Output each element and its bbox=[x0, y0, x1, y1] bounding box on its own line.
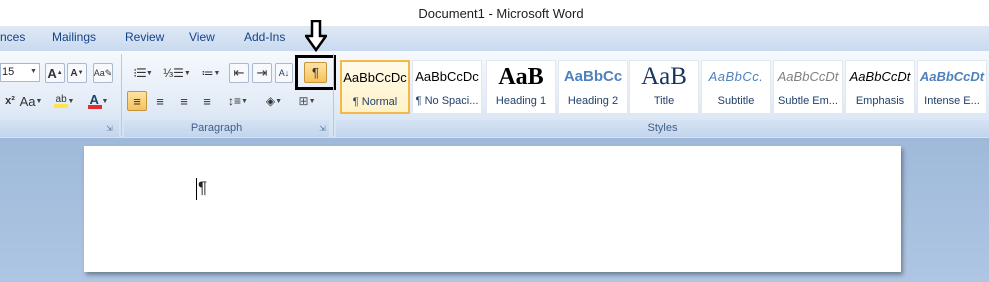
style-sample: AaBbCcDc bbox=[415, 69, 479, 84]
justify-icon: ≡ bbox=[203, 93, 211, 109]
pilcrow-icon: ¶ bbox=[312, 65, 319, 80]
style-name: Heading 2 bbox=[567, 95, 619, 107]
decrease-indent-icon: ⇤ bbox=[233, 65, 245, 80]
bulleted-list-icon: ⁝☰ bbox=[133, 66, 147, 80]
paragraph-mark: ¶ bbox=[198, 178, 208, 197]
style-name: ¶ Normal bbox=[352, 96, 398, 108]
align-right-button[interactable]: ≡ bbox=[174, 91, 194, 111]
style-sample: AaBbCcDt bbox=[919, 69, 985, 84]
multilevel-list-button[interactable]: ≔ ▼ bbox=[195, 63, 227, 83]
tab-view[interactable]: View bbox=[189, 30, 215, 44]
style-sample: AaBbCcDt bbox=[777, 69, 839, 84]
style-emphasis[interactable]: AaBbCcDt Emphasis bbox=[845, 60, 915, 114]
font-color-button[interactable]: A ▼ bbox=[83, 91, 113, 111]
increase-indent-icon: ⇥ bbox=[256, 65, 268, 80]
shading-button[interactable]: ◈ ▼ bbox=[259, 91, 289, 111]
paint-bucket-icon: ◈ bbox=[265, 94, 276, 108]
style-name: Heading 1 bbox=[495, 95, 547, 107]
tab-add-ins[interactable]: Add-Ins bbox=[244, 30, 285, 44]
align-right-icon: ≡ bbox=[180, 93, 188, 109]
font-dialog-launcher-icon[interactable]: ⇲ bbox=[106, 124, 113, 133]
clear-formatting-icon: Aa✎ bbox=[93, 67, 113, 78]
font-size-combo[interactable]: 15 ▼ bbox=[0, 63, 40, 82]
decrease-indent-button[interactable]: ⇤ bbox=[229, 63, 249, 83]
style-sample: AaBbCc. bbox=[708, 69, 764, 84]
paragraph-dialog-launcher-icon[interactable]: ⇲ bbox=[319, 124, 326, 133]
sort-button[interactable]: A↓ bbox=[275, 63, 293, 83]
superscript-icon: x² bbox=[5, 95, 15, 107]
line-spacing-icon: ↕≡ bbox=[228, 94, 242, 108]
change-case-icon: Aa bbox=[19, 93, 36, 109]
style-normal[interactable]: AaBbCcDc ¶ Normal bbox=[340, 60, 410, 114]
style-sample: AaBbCc bbox=[563, 68, 623, 85]
justify-button[interactable]: ≡ bbox=[197, 91, 217, 111]
group-separator bbox=[121, 54, 122, 136]
style-sample: AaB bbox=[498, 64, 544, 89]
style-subtle-emphasis[interactable]: AaBbCcDt Subtle Em... bbox=[773, 60, 843, 114]
increase-indent-button[interactable]: ⇥ bbox=[252, 63, 272, 83]
clear-formatting-button[interactable]: Aa✎ bbox=[93, 63, 113, 83]
style-name: Title bbox=[653, 95, 675, 107]
style-name: Intense E... bbox=[924, 95, 980, 107]
tab-mailings[interactable]: Mailings bbox=[52, 30, 96, 44]
show-hide-formatting-button[interactable]: ¶ bbox=[304, 62, 327, 83]
highlight-button[interactable]: ab ▼ bbox=[49, 91, 79, 111]
tab-review[interactable]: Review bbox=[125, 30, 164, 44]
font-color-icon: A bbox=[87, 92, 102, 109]
style-title[interactable]: AaB Title bbox=[629, 60, 699, 114]
style-heading-1[interactable]: AaB Heading 1 bbox=[486, 60, 556, 114]
style-sample: AaBbCcDc bbox=[343, 70, 407, 85]
style-name: Emphasis bbox=[855, 95, 905, 107]
document-page[interactable]: ¶ bbox=[84, 146, 901, 272]
multilevel-list-icon: ≔ bbox=[201, 66, 214, 80]
numbering-button[interactable]: ⅓☰ ▼ bbox=[161, 63, 193, 83]
border-grid-icon: ⊞ bbox=[298, 94, 309, 108]
paragraph-group-label: Paragraph bbox=[190, 122, 243, 134]
grow-font-icon: A bbox=[47, 65, 57, 81]
font-size-value: 15 bbox=[2, 66, 15, 78]
shrink-font-button[interactable]: A ▼ bbox=[67, 63, 87, 83]
styles-group-label: Styles bbox=[647, 122, 678, 134]
line-spacing-button[interactable]: ↕≡ ▼ bbox=[223, 91, 253, 111]
style-name: Subtle Em... bbox=[778, 95, 838, 107]
style-intense-emphasis[interactable]: AaBbCcDt Intense E... bbox=[917, 60, 987, 114]
change-case-button[interactable]: Aa ▼ bbox=[17, 91, 45, 111]
style-sample: AaBbCcDt bbox=[849, 69, 911, 84]
align-left-icon: ≡ bbox=[133, 93, 141, 109]
align-left-button[interactable]: ≡ bbox=[127, 91, 147, 111]
style-name: Subtitle bbox=[717, 95, 755, 107]
chevron-down-icon[interactable]: ▼ bbox=[30, 68, 37, 75]
window-title: Document1 - Microsoft Word bbox=[418, 6, 584, 21]
style-subtitle[interactable]: AaBbCc. Subtitle bbox=[701, 60, 771, 114]
style-heading-2[interactable]: AaBbCc Heading 2 bbox=[558, 60, 628, 114]
group-separator bbox=[333, 54, 334, 136]
style-sample: AaB bbox=[641, 63, 687, 89]
text-cursor bbox=[196, 178, 197, 200]
highlighter-icon: ab bbox=[53, 94, 68, 108]
align-center-button[interactable]: ≡ bbox=[150, 91, 170, 111]
annotation-arrow-icon bbox=[303, 19, 329, 53]
align-center-icon: ≡ bbox=[156, 93, 164, 109]
font-group-label-bar bbox=[0, 120, 119, 137]
sort-az-icon: A↓ bbox=[278, 68, 290, 78]
style-no-spacing[interactable]: AaBbCcDc ¶ No Spaci... bbox=[412, 60, 482, 114]
numbered-list-icon: ⅓☰ bbox=[163, 66, 184, 80]
bullets-button[interactable]: ⁝☰ ▼ bbox=[127, 63, 159, 83]
borders-button[interactable]: ⊞ ▼ bbox=[292, 91, 322, 111]
tab-references[interactable]: nces bbox=[0, 30, 25, 44]
grow-font-button[interactable]: A ▲ bbox=[45, 63, 65, 83]
style-name: ¶ No Spaci... bbox=[415, 95, 479, 107]
shrink-font-icon: A bbox=[70, 67, 78, 79]
